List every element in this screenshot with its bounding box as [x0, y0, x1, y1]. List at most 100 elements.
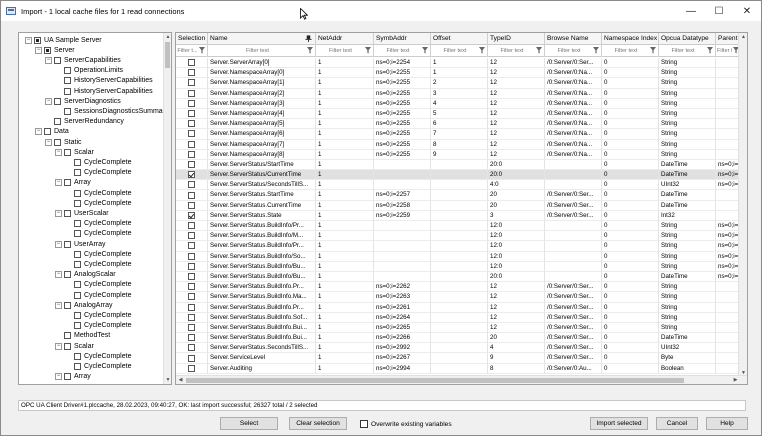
tree-node-checkbox[interactable] — [74, 311, 81, 319]
tree-node-checkbox[interactable] — [74, 250, 81, 258]
tree-node[interactable]: − AnalogScalar — [55, 270, 116, 280]
row-select-checkbox[interactable] — [188, 201, 195, 209]
table-row[interactable]: Server.ServerStatus.BuildInfo.Pr... 1 ns=0… — [176, 282, 742, 293]
row-select-checkbox[interactable] — [188, 222, 195, 230]
namespace-tree[interactable]: − UA Sample Server − Server − ServerCapabilit… — [18, 32, 172, 385]
row-select-checkbox[interactable] — [188, 283, 195, 291]
tree-node[interactable]: HistoryServerCapabilities — [55, 86, 153, 96]
maximize-button[interactable]: ☐ — [705, 1, 733, 21]
column-header[interactable]: Opcua Datatype — [659, 33, 716, 45]
tree-node-checkbox[interactable] — [54, 97, 61, 105]
row-select-checkbox[interactable] — [188, 303, 195, 311]
clear-selection-button[interactable]: Clear selection — [289, 417, 347, 430]
column-header[interactable]: Browse Name — [545, 33, 602, 45]
table-row[interactable]: Server.NamespaceArray[0] 1 ns=0;i=2255 1 12/… — [176, 68, 742, 79]
filter-icon[interactable] — [199, 47, 205, 54]
table-row[interactable]: Server.ServerStatus.State 1 ns=0;i=2259 3/0… — [176, 210, 742, 221]
tree-node[interactable]: CycleComplete — [65, 321, 131, 331]
tree-node[interactable]: − UserArray — [55, 239, 106, 249]
table-row[interactable]: Server.ServerStatus.BuildInfo.Pr... 1 ns=0… — [176, 302, 742, 313]
row-select-checkbox[interactable] — [188, 99, 195, 107]
filter-icon[interactable] — [307, 47, 313, 54]
tree-node[interactable]: CycleComplete — [65, 310, 131, 320]
table-row[interactable]: Server.NamespaceArray[4] 1 ns=0;i=2255 5 12/… — [176, 108, 742, 120]
tree-node[interactable]: − UserScalar — [55, 208, 109, 218]
pin-icon[interactable] — [305, 35, 312, 42]
table-row[interactable]: Server.ServerStatus.BuildInfo/So... 1 12:0… — [176, 251, 742, 262]
close-button[interactable]: ✕ — [733, 1, 761, 21]
tree-node[interactable]: − UA Sample Server — [25, 35, 102, 45]
tree-node[interactable]: ServerRedundancy — [45, 117, 124, 127]
tree-node-checkbox[interactable] — [64, 148, 71, 156]
tree-node[interactable]: − Data — [35, 127, 69, 137]
grid-scroll-left-icon[interactable]: ◀ — [176, 376, 185, 384]
tree-node[interactable]: CycleComplete — [65, 351, 131, 361]
tree-node-checkbox[interactable] — [64, 179, 71, 187]
tree-node[interactable]: CycleComplete — [65, 249, 131, 259]
tree-node[interactable]: SessionsDiagnosticsSummary — [55, 106, 169, 116]
filter-input[interactable] — [432, 46, 478, 55]
row-select-checkbox[interactable] — [188, 242, 195, 250]
row-select-checkbox[interactable] — [188, 252, 195, 260]
row-select-checkbox[interactable] — [188, 334, 195, 342]
table-row[interactable]: Server.NamespaceArray[8] 1 ns=0;i=2255 9 12/… — [176, 149, 742, 160]
table-row[interactable]: Server.NamespaceArray[6] 1 ns=0;i=2255 7 12/… — [176, 129, 742, 140]
tree-node[interactable]: − Array — [55, 372, 91, 382]
scroll-up-icon[interactable]: ▲ — [164, 33, 171, 41]
table-row[interactable]: Server.ServerStatus.BuildInfo/Pr... 1 12:0… — [176, 221, 742, 232]
tree-node[interactable]: − ServerDiagnostics — [45, 96, 121, 106]
row-select-checkbox[interactable] — [188, 262, 195, 270]
column-header[interactable]: Offset — [431, 33, 488, 45]
tree-collapse-icon[interactable]: − — [55, 148, 62, 156]
tree-node-checkbox[interactable] — [74, 169, 81, 177]
column-header[interactable]: SymbAddr — [374, 33, 431, 45]
table-row[interactable]: Server.ServerStatus.BuildInfo.Ma... 1 ns=0… — [176, 292, 742, 303]
import-selected-button[interactable]: Import selected — [590, 417, 648, 430]
tree-node-checkbox[interactable] — [74, 362, 81, 370]
tree-node-checkbox[interactable] — [34, 36, 41, 44]
row-select-checkbox[interactable] — [188, 354, 195, 362]
tree-node[interactable]: CycleComplete — [65, 198, 131, 208]
table-row[interactable]: Server.ServerStatus.BuildInfo/Bu... 1 20:0… — [176, 271, 742, 283]
filter-icon[interactable] — [650, 47, 656, 54]
filter-input[interactable] — [489, 46, 535, 55]
tree-node-checkbox[interactable] — [74, 158, 81, 166]
tree-collapse-icon[interactable]: − — [55, 209, 62, 217]
tree-collapse-icon[interactable]: − — [35, 128, 42, 136]
table-row[interactable]: Server.ServerStatus.StartTime 1 ns=0;i=225… — [176, 190, 742, 201]
filter-icon[interactable] — [536, 47, 542, 54]
table-row[interactable]: Server.ServerStatus.BuildInfo/Pr... 1 12:0… — [176, 241, 742, 252]
tree-node-checkbox[interactable] — [64, 373, 71, 381]
filter-input[interactable] — [317, 46, 364, 55]
tree-node[interactable]: MethodTest — [55, 331, 110, 341]
row-select-checkbox[interactable] — [188, 150, 195, 158]
tree-node[interactable]: − Scalar — [55, 147, 94, 157]
table-row[interactable]: Server.ServerStatus.SecondsTillS... 1 ns=0… — [176, 343, 742, 354]
overwrite-existing-checkbox[interactable]: Overwrite existing variables — [360, 419, 452, 429]
grid-scroll-right-icon[interactable]: ▶ — [731, 376, 740, 384]
tree-node[interactable]: − AnalogArray — [55, 300, 113, 310]
table-row[interactable]: Server.ServerStatus.BuildInfo.Bui... 1 ns=… — [176, 322, 742, 334]
row-select-checkbox[interactable] — [188, 273, 195, 281]
row-select-checkbox[interactable] — [188, 110, 195, 118]
tree-node-checkbox[interactable] — [44, 46, 51, 54]
tree-collapse-icon[interactable]: − — [45, 138, 52, 146]
tree-node[interactable]: CycleComplete — [65, 290, 131, 300]
table-row[interactable]: Server.ServiceLevel 1 ns=0;i=2267 9/0:Serve… — [176, 353, 742, 364]
filter-icon[interactable] — [422, 47, 428, 54]
tree-node-checkbox[interactable] — [74, 189, 81, 197]
tree-scroll-thumb[interactable] — [165, 42, 170, 68]
overwrite-checkbox-box[interactable] — [360, 420, 368, 428]
tree-collapse-icon[interactable]: − — [45, 97, 52, 105]
row-select-checkbox[interactable] — [188, 171, 195, 179]
tree-node[interactable]: − Server — [35, 45, 75, 55]
tree-node-checkbox[interactable] — [64, 271, 71, 279]
row-select-checkbox[interactable] — [188, 130, 195, 138]
help-button[interactable]: Help — [706, 417, 748, 430]
filter-input[interactable] — [546, 46, 592, 55]
tree-vertical-scrollbar[interactable]: ▲ ▼ — [163, 33, 171, 384]
tree-node[interactable]: − Array — [55, 178, 91, 188]
tree-node[interactable]: CycleComplete — [65, 157, 131, 167]
tree-node[interactable]: CycleComplete — [65, 259, 131, 269]
tree-node-checkbox[interactable] — [44, 128, 51, 136]
